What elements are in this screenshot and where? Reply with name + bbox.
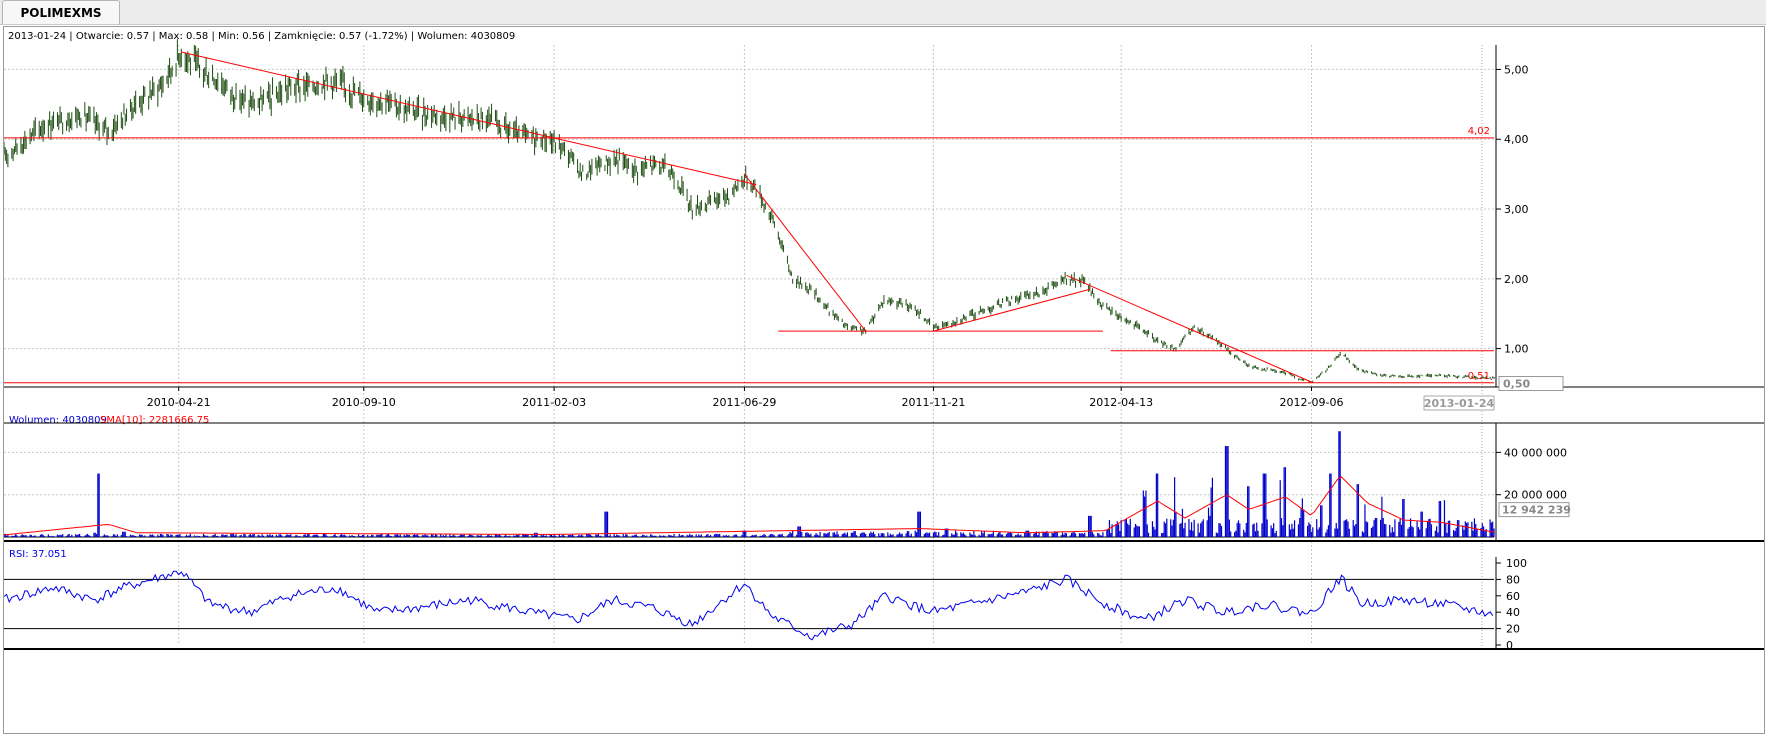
trend-line[interactable] (744, 173, 867, 332)
x-tick-label: 2012-04-13 (1089, 396, 1153, 409)
volume-label: Wolumen: 4030809 (9, 415, 107, 426)
y-tick-label: 20 (1506, 623, 1520, 636)
y-tick-label: 20 000 000 (1504, 489, 1567, 502)
volume-last-value-label: 12 942 239 (1502, 504, 1571, 517)
rsi-line (3, 570, 1494, 641)
chart-frame: 2013-01-24 | Otwarcie: 0.57 | Max: 0.58 … (3, 26, 1765, 734)
y-tick-label: 40 000 000 (1504, 446, 1567, 459)
info-line: 2013-01-24 | Otwarcie: 0.57 | Max: 0.58 … (8, 31, 515, 42)
chart-svg[interactable]: 2013-01-24 | Otwarcie: 0.57 | Max: 0.58 … (3, 27, 1764, 733)
trend-line[interactable] (1066, 274, 1312, 383)
last-date-label: 2013-01-24 (1424, 397, 1495, 410)
y-tick-label: 2,00 (1504, 273, 1529, 286)
y-tick-label: 4,00 (1504, 133, 1529, 146)
y-tick-label: 3,00 (1504, 203, 1529, 216)
last-value-label: 0,50 (1503, 378, 1530, 391)
y-tick-label: 5,00 (1504, 63, 1529, 76)
y-tick-label: 40 (1506, 606, 1520, 619)
x-tick-label: 2011-06-29 (712, 396, 776, 409)
y-tick-label: 0 (1506, 639, 1513, 652)
horizontal-line-label: 0,51 (1468, 371, 1490, 382)
trend-line[interactable] (933, 288, 1091, 332)
horizontal-line-label: 4,02 (1468, 126, 1490, 137)
x-tick-label: 2011-11-21 (901, 396, 965, 409)
y-tick-label: 80 (1506, 573, 1520, 586)
x-tick-label: 2010-09-10 (332, 396, 396, 409)
sma-label: SMA[10]: 2281666.75 (100, 415, 209, 426)
x-tick-label: 2011-02-03 (522, 396, 586, 409)
tab-polimexms[interactable]: POLIMEXMS (2, 0, 120, 24)
y-tick-label: 1,00 (1504, 343, 1529, 356)
trend-line[interactable] (181, 51, 757, 186)
rsi-label: RSI: 37.051 (9, 549, 67, 560)
tab-bar: POLIMEXMS (0, 0, 1766, 25)
x-tick-label: 2010-04-21 (147, 396, 211, 409)
y-tick-label: 60 (1506, 590, 1520, 603)
x-tick-label: 2012-09-06 (1280, 396, 1344, 409)
y-tick-label: 100 (1506, 557, 1527, 570)
